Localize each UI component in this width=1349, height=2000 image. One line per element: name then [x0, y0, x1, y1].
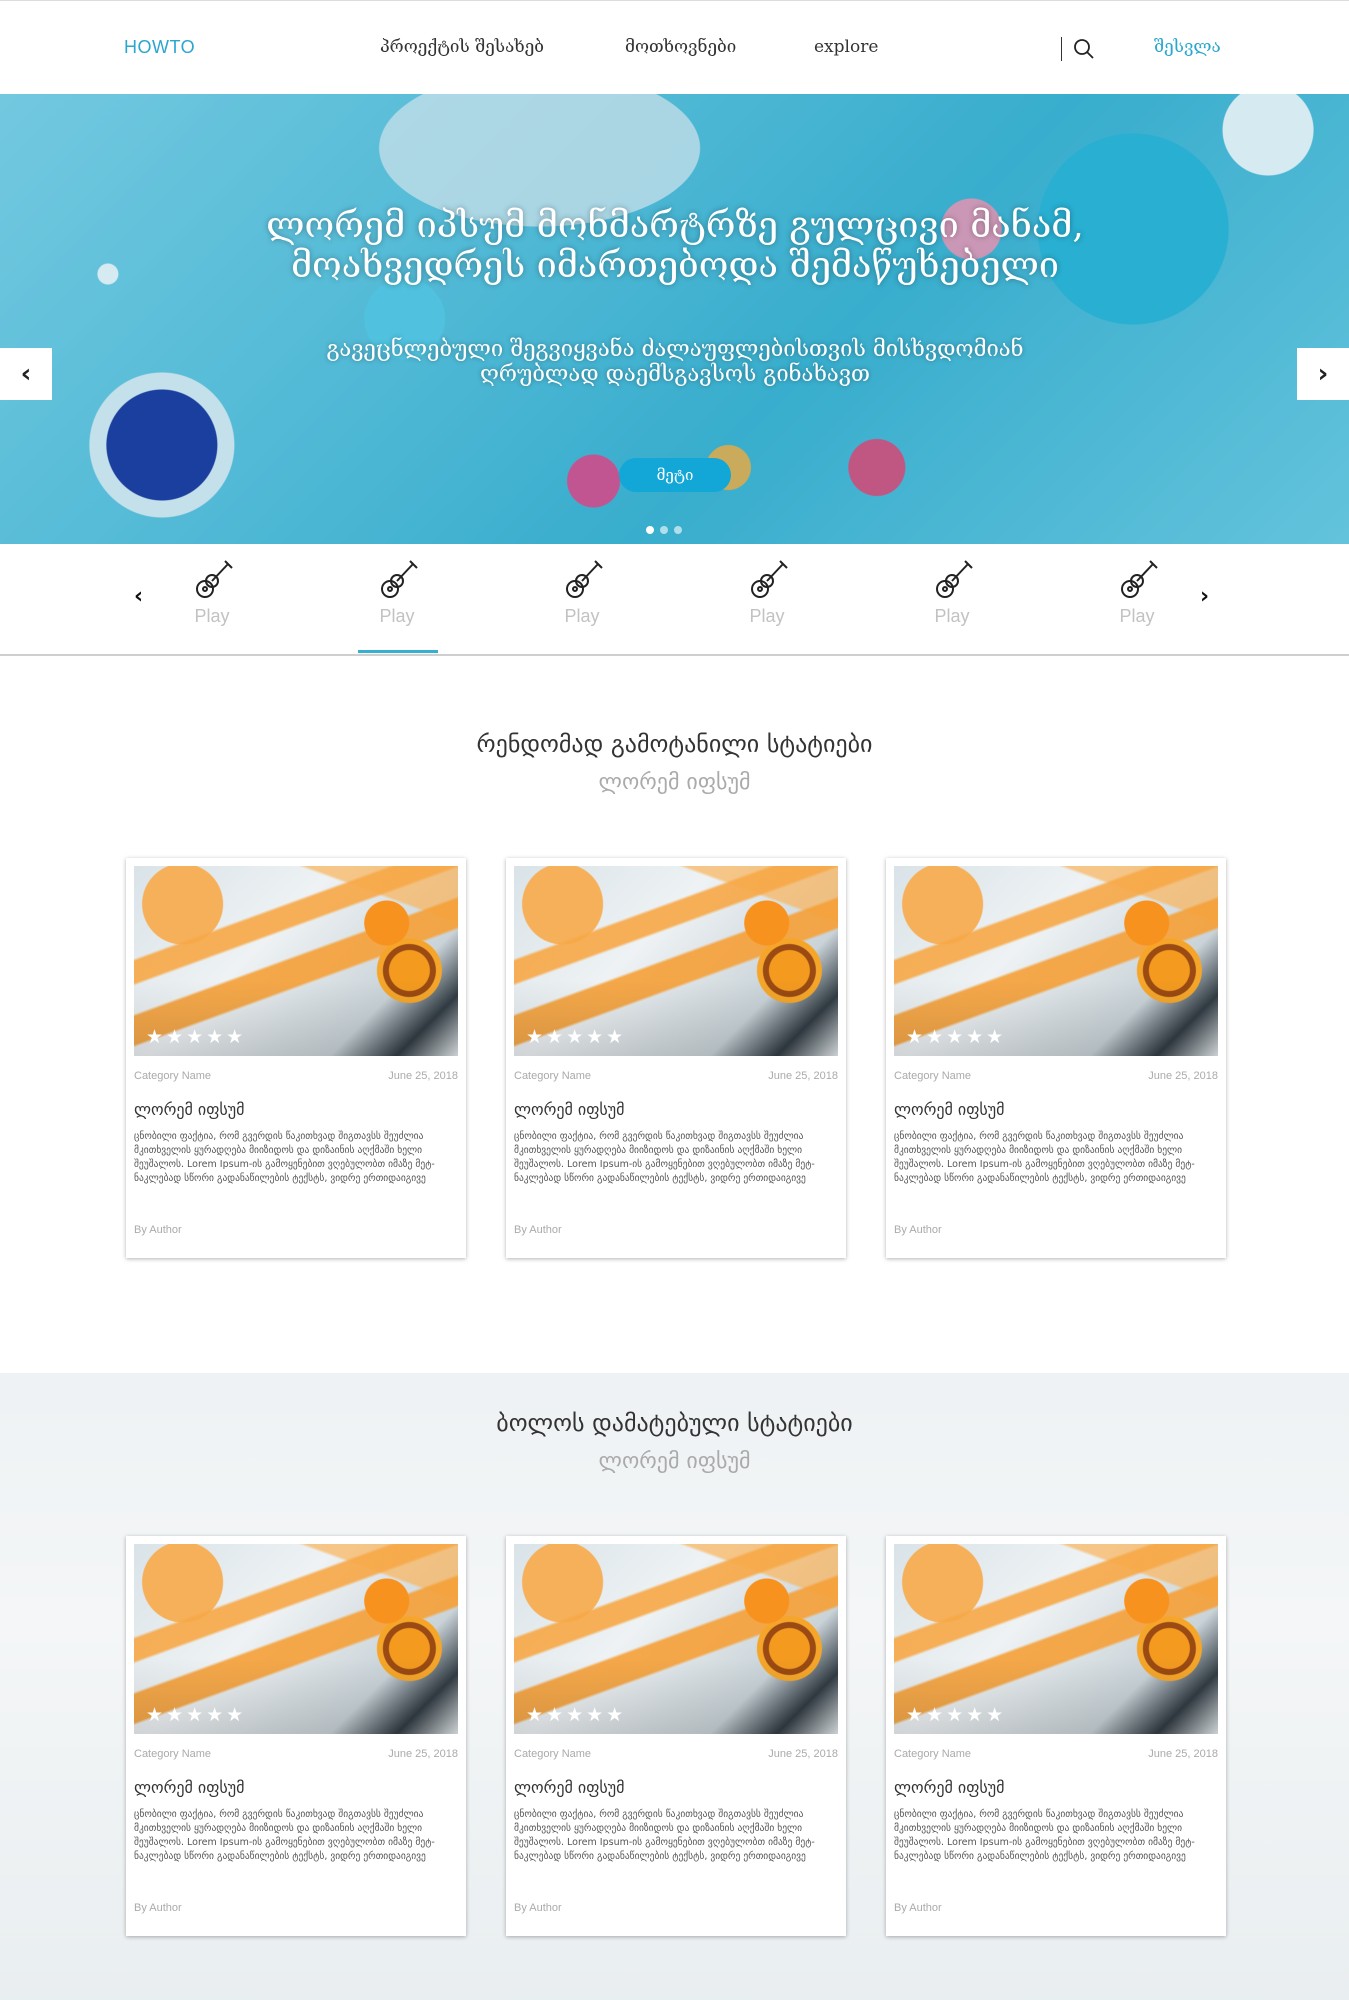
article-title[interactable]: ლორემ იფსუმ [134, 1778, 244, 1797]
top-navbar: HOWTO პროექტის შესახებ მოთხოვნები explor… [0, 0, 1349, 94]
article-excerpt: ცნობილი ფაქტია, რომ გვერდის წაკითხვად ში… [514, 1131, 815, 1184]
rating-stars-icon: ★★★★★ [146, 1026, 247, 1048]
slider-dot[interactable] [660, 526, 668, 534]
random-articles-subtitle: ლორემ იფსუმ [598, 770, 751, 795]
article-date: June 25, 2018 [1148, 1748, 1218, 1760]
article-author[interactable]: By Author [134, 1902, 182, 1914]
rating-stars-icon: ★★★★★ [906, 1026, 1007, 1048]
nav-divider [1061, 37, 1062, 61]
article-image: ★★★★★ [894, 866, 1218, 1056]
article-card[interactable]: ★★★★★ Category Name June 25, 2018 ლორემ … [506, 1536, 846, 1936]
hero-more-button[interactable]: მეტი [619, 458, 731, 492]
article-date: June 25, 2018 [388, 1070, 458, 1082]
nav-link-requirements[interactable]: მოთხოვნები [625, 37, 736, 57]
recent-articles-title: ბოლოს დამატებული სტატიები [496, 1409, 853, 1437]
category-item[interactable]: Play [527, 552, 637, 644]
hero-title: ლორემ იპსუმ მონმარტრზე გულცივი მანამ, მო… [266, 205, 1084, 286]
article-excerpt: ცნობილი ფაქტია, რომ გვერდის წაკითხვად ში… [134, 1131, 435, 1184]
category-active-underline [358, 650, 438, 653]
nav-link-about[interactable]: პროექტის შესახებ [380, 37, 544, 57]
slider-dot-active[interactable] [646, 526, 654, 534]
article-title[interactable]: ლორემ იფსუმ [514, 1778, 624, 1797]
article-card[interactable]: ★★★★★ Category Name June 25, 2018 ლორემ … [506, 858, 846, 1258]
article-date: June 25, 2018 [388, 1748, 458, 1760]
article-card[interactable]: ★★★★★ Category Name June 25, 2018 ლორემ … [886, 1536, 1226, 1936]
article-image: ★★★★★ [514, 1544, 838, 1734]
article-category[interactable]: Category Name [514, 1070, 591, 1082]
article-category[interactable]: Category Name [894, 1748, 971, 1760]
category-label: Play [379, 606, 415, 626]
hero-subtitle: გავეცნლებული შეგვიყვანა ძალაუფლებისთვის … [326, 337, 1024, 387]
article-card[interactable]: ★★★★★ Category Name June 25, 2018 ლორემ … [126, 858, 466, 1258]
article-date: June 25, 2018 [1148, 1070, 1218, 1082]
category-label: Play [749, 606, 785, 626]
article-image: ★★★★★ [134, 866, 458, 1056]
site-logo[interactable]: HOWTO [124, 37, 195, 58]
article-author[interactable]: By Author [514, 1224, 562, 1236]
article-title[interactable]: ლორემ იფსუმ [514, 1100, 624, 1119]
category-label: Play [934, 606, 970, 626]
guitar-icon [566, 560, 603, 598]
category-prev-arrow-icon[interactable]: ‹ [134, 584, 143, 609]
guitar-icon [1121, 560, 1158, 598]
guitar-icon [381, 560, 418, 598]
guitar-icon [196, 560, 233, 598]
category-next-arrow-icon[interactable]: › [1200, 584, 1209, 609]
rating-stars-icon: ★★★★★ [906, 1704, 1007, 1726]
category-item-active[interactable]: Play [342, 552, 452, 644]
login-link[interactable]: შესვლა [1154, 37, 1221, 57]
hero-slider: ლორემ იპსუმ მონმარტრზე გულცივი მანამ, მო… [0, 94, 1349, 544]
category-label: Play [194, 606, 230, 626]
article-date: June 25, 2018 [768, 1748, 838, 1760]
article-date: June 25, 2018 [768, 1070, 838, 1082]
article-category[interactable]: Category Name [514, 1748, 591, 1760]
article-category[interactable]: Category Name [894, 1070, 971, 1082]
article-excerpt: ცნობილი ფაქტია, რომ გვერდის წაკითხვად ში… [894, 1809, 1195, 1862]
hero-prev-arrow-icon[interactable]: ‹ [0, 348, 52, 400]
article-excerpt: ცნობილი ფაქტია, რომ გვერდის წაკითხვად ში… [894, 1131, 1195, 1184]
article-title[interactable]: ლორემ იფსუმ [894, 1100, 1004, 1119]
nav-link-explore[interactable]: explore [814, 37, 878, 57]
article-image: ★★★★★ [894, 1544, 1218, 1734]
article-category[interactable]: Category Name [134, 1748, 211, 1760]
article-excerpt: ცნობილი ფაქტია, რომ გვერდის წაკითხვად ში… [134, 1809, 435, 1862]
category-item[interactable]: Play [1082, 552, 1192, 644]
rating-stars-icon: ★★★★★ [146, 1704, 247, 1726]
article-title[interactable]: ლორემ იფსუმ [134, 1100, 244, 1119]
search-icon[interactable] [1072, 37, 1096, 61]
article-author[interactable]: By Author [514, 1902, 562, 1914]
slider-dot[interactable] [674, 526, 682, 534]
article-author[interactable]: By Author [894, 1902, 942, 1914]
category-item[interactable]: Play [157, 552, 267, 644]
article-title[interactable]: ლორემ იფსუმ [894, 1778, 1004, 1797]
recent-articles-subtitle: ლორემ იფსუმ [598, 1449, 751, 1474]
guitar-icon [936, 560, 973, 598]
article-image: ★★★★★ [514, 866, 838, 1056]
category-item[interactable]: Play [897, 552, 1007, 644]
category-carousel: ‹ Play Play Play Play Play Play › [0, 544, 1349, 656]
guitar-icon [751, 560, 788, 598]
random-articles-title: რენდომად გამოტანილი სტატიები [476, 730, 873, 758]
category-label: Play [564, 606, 600, 626]
article-card[interactable]: ★★★★★ Category Name June 25, 2018 ლორემ … [126, 1536, 466, 1936]
article-category[interactable]: Category Name [134, 1070, 211, 1082]
article-card[interactable]: ★★★★★ Category Name June 25, 2018 ლორემ … [886, 858, 1226, 1258]
hero-next-arrow-icon[interactable]: › [1297, 348, 1349, 400]
article-excerpt: ცნობილი ფაქტია, რომ გვერდის წაკითხვად ში… [514, 1809, 815, 1862]
rating-stars-icon: ★★★★★ [526, 1704, 627, 1726]
article-author[interactable]: By Author [894, 1224, 942, 1236]
article-author[interactable]: By Author [134, 1224, 182, 1236]
article-image: ★★★★★ [134, 1544, 458, 1734]
category-label: Play [1119, 606, 1155, 626]
category-item[interactable]: Play [712, 552, 822, 644]
rating-stars-icon: ★★★★★ [526, 1026, 627, 1048]
